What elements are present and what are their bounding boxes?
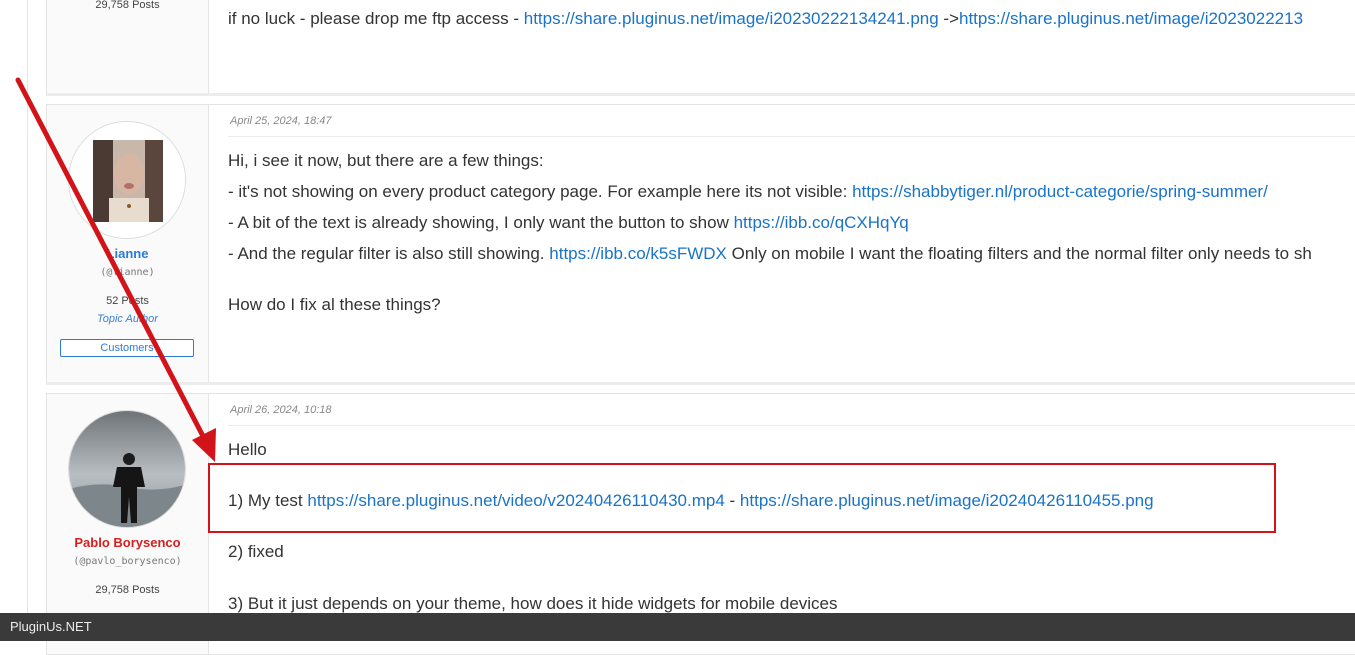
post-text-line: Hi, i see it now, but there are a few th… (228, 151, 544, 170)
author-handle: (@pavlo_borysenco) (73, 556, 182, 567)
author-name[interactable]: Pablo Borysenco (47, 535, 208, 550)
author-handle: (@lianne) (100, 267, 155, 278)
avatar-image (69, 122, 185, 238)
post-date-divider (228, 136, 1355, 137)
post-date-divider (228, 425, 1355, 426)
post-divider (46, 382, 1355, 385)
author-role: Topic Author (97, 313, 158, 325)
author-group-badge: Customers (60, 339, 194, 357)
post-text-line: - A bit of the text is already showing, … (228, 213, 909, 232)
post-link[interactable]: https://ibb.co/qCXHqYq (734, 213, 909, 232)
post-link[interactable]: https://share.pluginus.net/image/i202302… (959, 9, 1303, 28)
post-text-line: 2) fixed (228, 542, 284, 561)
footer-brand[interactable]: PluginUs.NET (10, 619, 92, 634)
post-link[interactable]: https://ibb.co/k5sFWDX (549, 244, 727, 263)
forum-post-lianne: Lianne (@lianne) 52 Posts Topic Author C… (46, 104, 1355, 384)
post-text-line: if no luck - please drop me ftp access -… (228, 9, 1304, 28)
author-name[interactable]: Lianne (47, 246, 208, 261)
author-post-count: 52 Posts (106, 295, 149, 307)
post-text-line: - it's not showing on every product cate… (228, 182, 1268, 201)
page-left-border (27, 0, 28, 641)
forum-post-previous: 29,758 Posts if no luck - please drop me… (46, 0, 1355, 94)
post-text-line: - And the regular filter is also still s… (228, 244, 1312, 263)
post-text-line: Hello (228, 440, 267, 459)
post-link[interactable]: https://share.pluginus.net/image/i202302… (524, 9, 939, 28)
author-post-count: 29,758 Posts (95, 0, 160, 11)
post-link[interactable]: https://shabbytiger.nl/product-categorie… (852, 182, 1268, 201)
annotation-highlight-box (208, 463, 1276, 533)
post-date: April 26, 2024, 10:18 (230, 404, 332, 416)
post-divider (46, 93, 1355, 96)
post-text-line: How do I fix al these things? (228, 295, 441, 314)
post-author-panel: Lianne (@lianne) 52 Posts Topic Author C… (47, 105, 209, 383)
author-avatar[interactable] (68, 121, 186, 239)
post-text-line: 3) But it just depends on your theme, ho… (228, 594, 838, 613)
avatar-image (69, 411, 185, 527)
post-author-panel: 29,758 Posts (47, 0, 209, 93)
author-post-count: 29,758 Posts (95, 584, 160, 596)
site-footer: PluginUs.NET (0, 613, 1355, 641)
author-avatar[interactable] (68, 410, 186, 528)
post-date: April 25, 2024, 18:47 (230, 115, 332, 127)
